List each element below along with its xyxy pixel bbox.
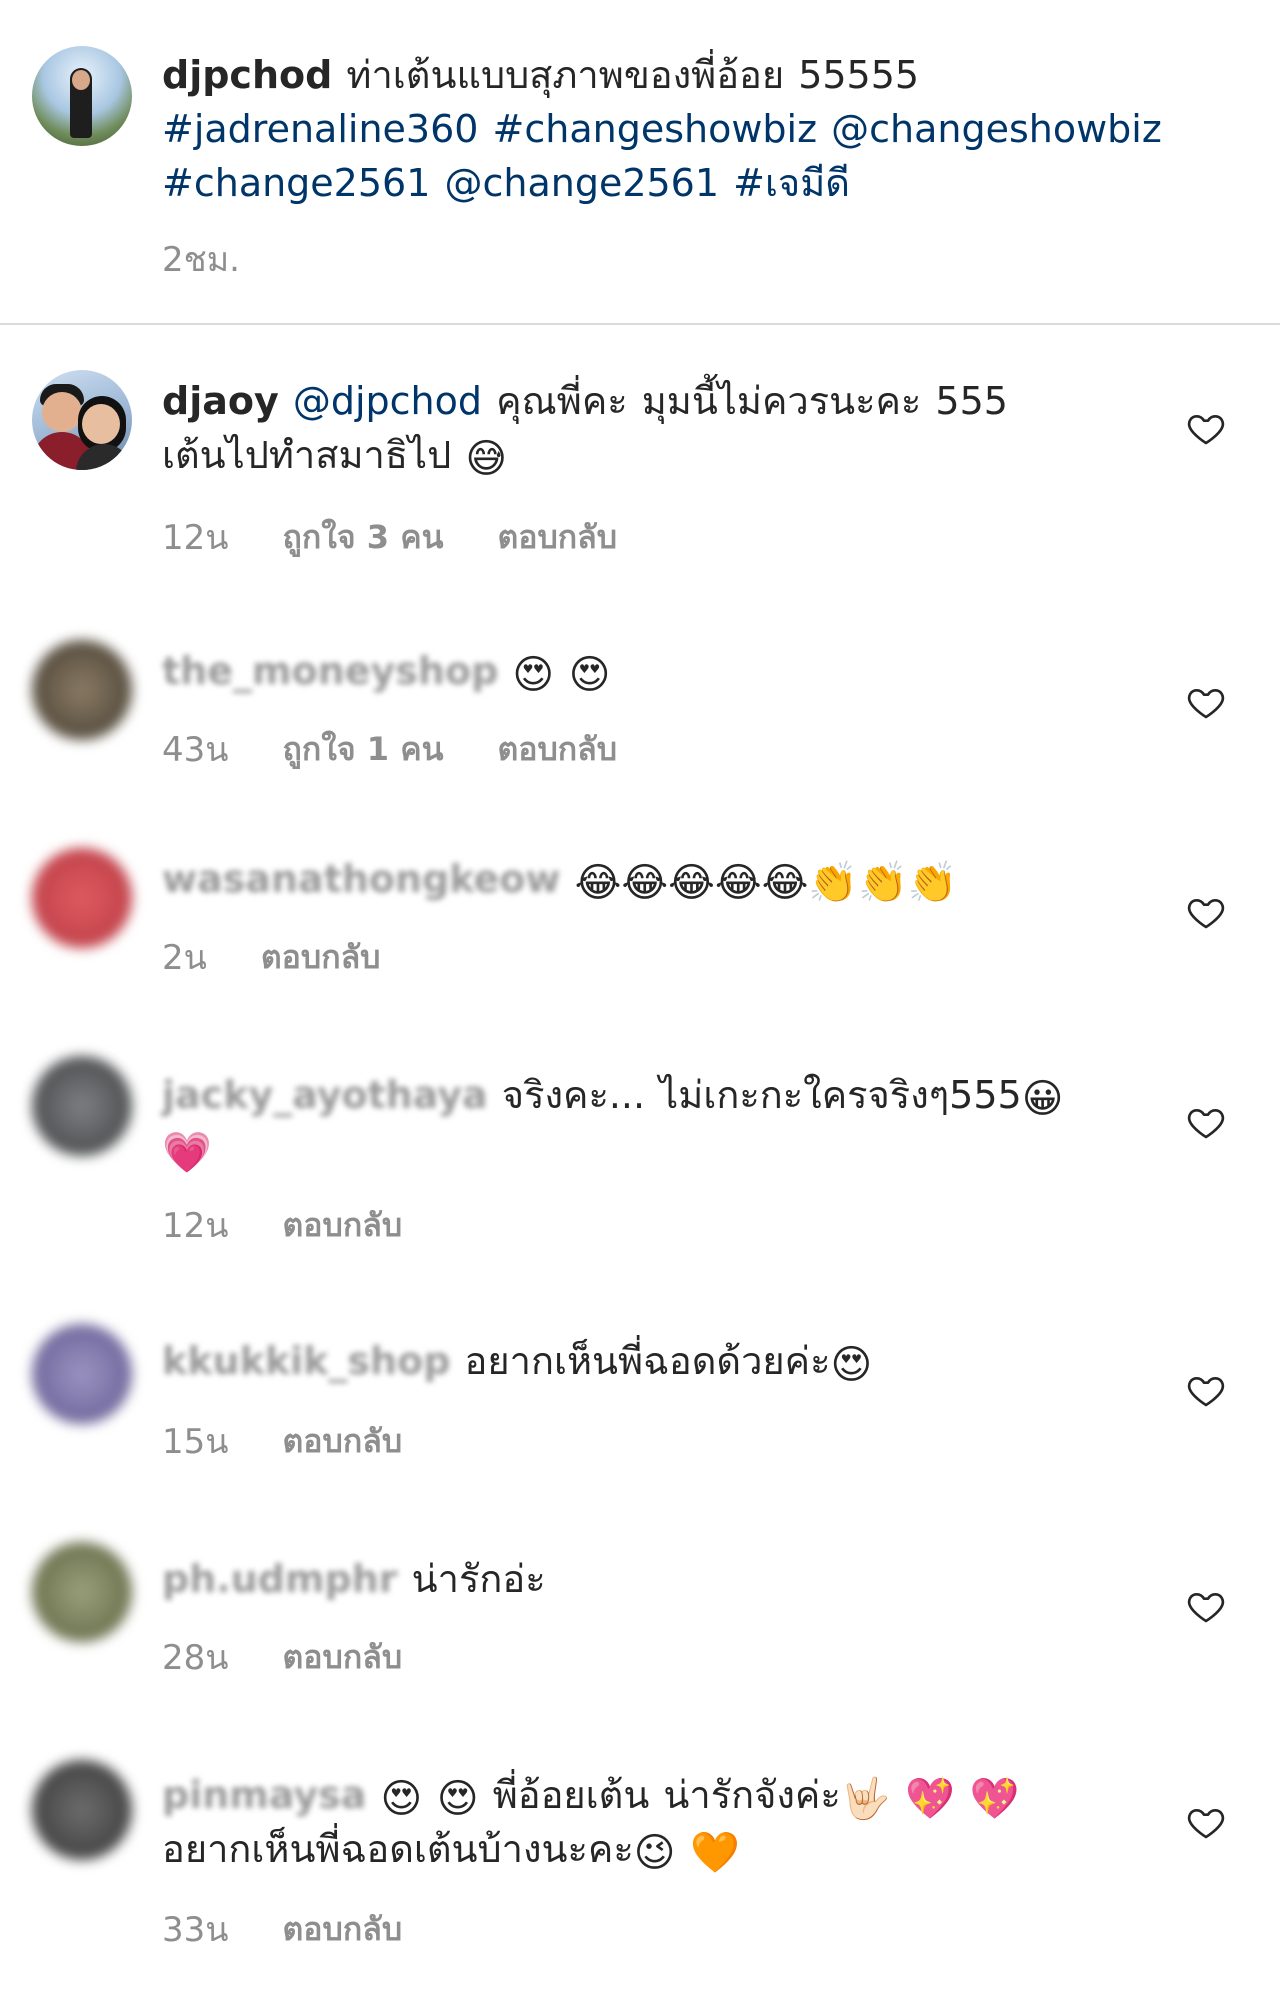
comment-mention[interactable]: @djpchod bbox=[293, 379, 482, 423]
comment-text-block: jacky_ayothaya จริงคะ... ไม่เกะกะใครจริง… bbox=[162, 1068, 1212, 1176]
reply-button[interactable]: ตอบกลับ bbox=[283, 1416, 403, 1467]
comment-emoji: 🤟🏻 💖 💖 bbox=[840, 1776, 1020, 1822]
comment-meta-row: 12น ตอบกลับ bbox=[162, 1198, 402, 1252]
reply-button[interactable]: ตอบกลับ bbox=[283, 1200, 403, 1251]
comment-likes[interactable]: ถูกใจ 3 คน bbox=[283, 512, 444, 563]
comment-text-block: the_moneyshop 😍 😍 bbox=[162, 644, 1212, 698]
comment-meta-row: 15น ตอบกลับ bbox=[162, 1414, 402, 1468]
comment-emoji: 😍 bbox=[830, 1342, 873, 1388]
comment-meta-row: 33น ตอบกลับ bbox=[162, 1902, 402, 1956]
comment-username[interactable]: jacky_ayothaya bbox=[162, 1073, 488, 1117]
caption-tags-line1[interactable]: #jadrenaline360 #changeshowbiz @changesh… bbox=[162, 107, 1162, 151]
comment-age: 28น bbox=[162, 1638, 229, 1678]
comment-likes[interactable]: ถูกใจ 1 คน bbox=[283, 724, 444, 775]
comment-emoji-line2: 😉 🧡 bbox=[633, 1830, 740, 1876]
author-avatar[interactable] bbox=[32, 46, 132, 146]
comment-age: 43น bbox=[162, 730, 229, 770]
comment-emoji: 😅 bbox=[465, 436, 508, 482]
comment-emoji-lead: 😍 😍 bbox=[380, 1776, 479, 1822]
comment-text: พี่อ้อยเต้น น่ารักจังค่ะ bbox=[492, 1773, 841, 1817]
post-time-row: 2ชม. bbox=[162, 232, 240, 286]
reply-button[interactable]: ตอบกลับ bbox=[283, 1904, 403, 1955]
comment-text-block: wasanathongkeow 😂😂😂😂😂👏👏👏 bbox=[162, 852, 1212, 906]
comment-text: อยากเห็นพี่ฉอดด้วยค่ะ bbox=[464, 1339, 831, 1383]
comment-emoji: 😀 bbox=[1021, 1076, 1064, 1122]
comment-text: น่ารักอ่ะ bbox=[411, 1557, 546, 1601]
commenter-avatar[interactable] bbox=[32, 370, 132, 470]
comment-text-block: ph.udmphr น่ารักอ่ะ bbox=[162, 1552, 1212, 1606]
comment-age: 15น bbox=[162, 1422, 229, 1462]
comment-text-block: djaoy @djpchod คุณพี่คะ มุมนี้ไม่ควรนะคะ… bbox=[162, 374, 1212, 482]
comment-text-block: kkukkik_shop อยากเห็นพี่ฉอดด้วยค่ะ😍 bbox=[162, 1334, 1212, 1388]
like-heart-icon[interactable] bbox=[1186, 1102, 1226, 1142]
reply-button[interactable]: ตอบกลับ bbox=[497, 724, 617, 775]
comment-username[interactable]: djaoy bbox=[162, 379, 279, 423]
comment-text-line2: อยากเห็นพี่ฉอดเต้นบ้างนะคะ bbox=[162, 1827, 634, 1871]
like-heart-icon[interactable] bbox=[1186, 1370, 1226, 1410]
caption-text-block: djpchod ท่าเต้นแบบสุภาพของพี่อ้อย 55555 … bbox=[162, 48, 1212, 210]
comment-username[interactable]: wasanathongkeow bbox=[162, 857, 561, 901]
like-heart-icon[interactable] bbox=[1186, 892, 1226, 932]
author-username[interactable]: djpchod bbox=[162, 53, 332, 97]
reply-button[interactable]: ตอบกลับ bbox=[497, 512, 617, 563]
comment-meta-row: 12น ถูกใจ 3 คน ตอบกลับ bbox=[162, 510, 617, 564]
comment-age: 33น bbox=[162, 1910, 229, 1950]
like-heart-icon[interactable] bbox=[1186, 682, 1226, 722]
caption-text: ท่าเต้นแบบสุภาพของพี่อ้อย 55555 bbox=[346, 53, 920, 97]
comment-meta-row: 28น ตอบกลับ bbox=[162, 1630, 402, 1684]
caption-tags-line2[interactable]: #change2561 @change2561 #เจมีดี bbox=[162, 161, 850, 205]
comment-emoji: 😍 😍 bbox=[512, 652, 611, 698]
comment-age: 2น bbox=[162, 938, 207, 978]
comment-text: คุณพี่คะ มุมนี้ไม่ควรนะคะ 555 bbox=[496, 379, 1008, 423]
commenter-avatar[interactable] bbox=[32, 1056, 132, 1156]
comment-age: 12น bbox=[162, 1206, 229, 1246]
comment-username[interactable]: ph.udmphr bbox=[162, 1557, 398, 1601]
comment-meta-row: 2น ตอบกลับ bbox=[162, 930, 380, 984]
commenter-avatar[interactable] bbox=[32, 1760, 132, 1860]
comment-text: จริงคะ... ไม่เกะกะใครจริงๆ555 bbox=[501, 1073, 1022, 1117]
comment-emoji: 😂😂😂😂😂👏👏👏 bbox=[574, 860, 958, 906]
commenter-avatar[interactable] bbox=[32, 1324, 132, 1424]
reply-button[interactable]: ตอบกลับ bbox=[261, 932, 381, 983]
comment-emoji-line2: 💗 bbox=[162, 1130, 212, 1176]
reply-button[interactable]: ตอบกลับ bbox=[283, 1632, 403, 1683]
comment-text-block: pinmaysa 😍 😍 พี่อ้อยเต้น น่ารักจังค่ะ🤟🏻 … bbox=[162, 1768, 1212, 1876]
comment-meta-row: 43น ถูกใจ 1 คน ตอบกลับ bbox=[162, 722, 617, 776]
comment-age: 12น bbox=[162, 518, 229, 558]
commenter-avatar[interactable] bbox=[32, 640, 132, 740]
post-time: 2ชม. bbox=[162, 240, 240, 280]
like-heart-icon[interactable] bbox=[1186, 1802, 1226, 1842]
like-heart-icon[interactable] bbox=[1186, 408, 1226, 448]
comment-username[interactable]: the_moneyshop bbox=[162, 649, 498, 693]
like-heart-icon[interactable] bbox=[1186, 1586, 1226, 1626]
comment-username[interactable]: pinmaysa bbox=[162, 1773, 366, 1817]
commenter-avatar[interactable] bbox=[32, 1542, 132, 1642]
comment-text-line2: เต้นไปทำสมาธิไป bbox=[162, 433, 452, 477]
commenter-avatar[interactable] bbox=[32, 848, 132, 948]
post-caption: djpchod ท่าเต้นแบบสุภาพของพี่อ้อย 55555 … bbox=[0, 0, 1280, 325]
comment-username[interactable]: kkukkik_shop bbox=[162, 1339, 450, 1383]
